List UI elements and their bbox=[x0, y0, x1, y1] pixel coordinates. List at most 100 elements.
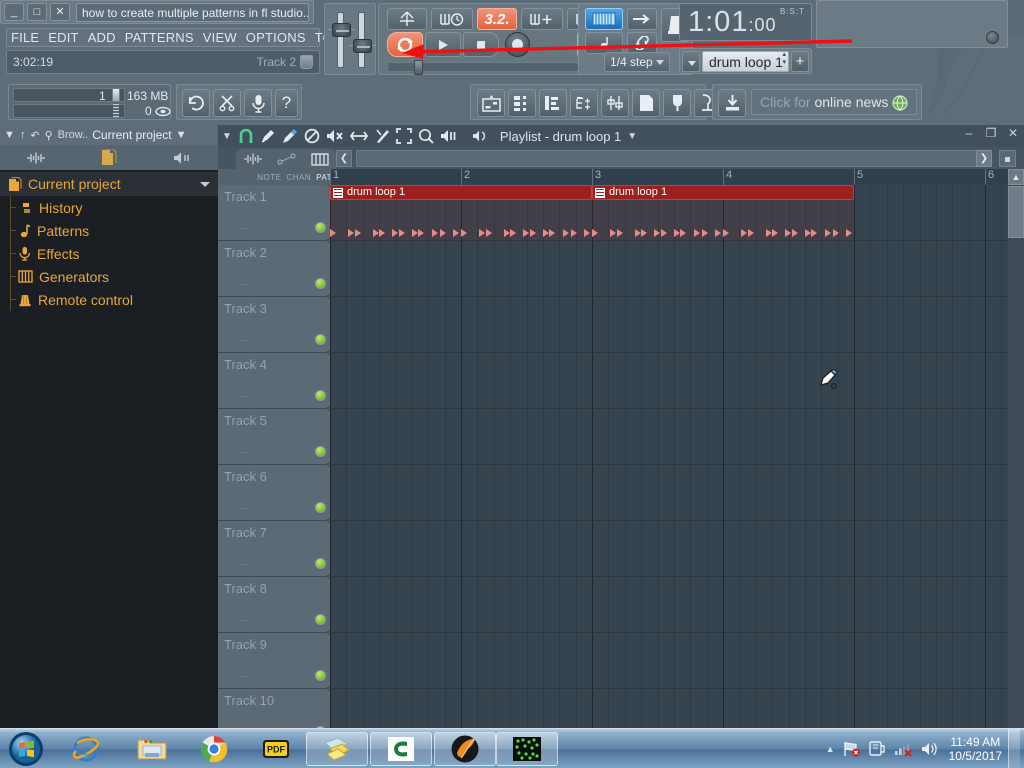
track-enable-led[interactable] bbox=[315, 502, 326, 513]
show-desktop-button[interactable] bbox=[1008, 729, 1020, 768]
undo-icon[interactable] bbox=[182, 89, 210, 117]
menu-item-patterns[interactable]: PATTERNS bbox=[125, 30, 194, 45]
play-button[interactable] bbox=[425, 32, 461, 57]
link-icon[interactable] bbox=[627, 32, 657, 54]
track-header[interactable]: Track 9... bbox=[218, 633, 332, 689]
taskbar-camtasia[interactable] bbox=[370, 732, 432, 766]
loop-record-toggle[interactable] bbox=[387, 32, 423, 57]
taskbar-sticky-notes[interactable] bbox=[306, 732, 368, 766]
pattern-dropdown-button[interactable] bbox=[682, 50, 700, 72]
menu-item-edit[interactable]: EDIT bbox=[48, 30, 78, 45]
pattern-clip[interactable]: drum loop 1 bbox=[592, 185, 854, 200]
tree-item-patterns[interactable]: Patterns bbox=[0, 219, 218, 242]
playback-tool-icon[interactable] bbox=[440, 128, 458, 144]
piano-roll-window-icon[interactable] bbox=[539, 89, 567, 117]
online-news-button[interactable]: Click for online news bbox=[751, 89, 917, 115]
master-pitch-slider[interactable] bbox=[349, 12, 376, 68]
mute-speaker-icon[interactable] bbox=[326, 128, 344, 144]
playlist-title-caret-icon[interactable]: ▼ bbox=[627, 131, 637, 142]
scope-knob-icon[interactable] bbox=[986, 31, 999, 44]
browser-back-icon[interactable]: ↶ bbox=[30, 129, 39, 142]
taskbar-google-chrome[interactable] bbox=[192, 732, 236, 766]
track-enable-led[interactable] bbox=[315, 390, 326, 401]
scissors-icon[interactable] bbox=[213, 89, 241, 117]
browser-up-icon[interactable]: ↑ bbox=[20, 129, 26, 141]
browser-waveform-icon[interactable] bbox=[0, 152, 73, 164]
download-icon[interactable] bbox=[718, 89, 746, 117]
track-enable-led[interactable] bbox=[315, 614, 326, 625]
track-header[interactable]: Track 6... bbox=[218, 465, 332, 521]
song-position-handle[interactable] bbox=[414, 60, 423, 75]
track-enable-led[interactable] bbox=[315, 278, 326, 289]
taskbar-matrix-app[interactable] bbox=[496, 732, 558, 766]
playlist-scroll-up-button[interactable]: ▲ bbox=[1008, 169, 1024, 185]
browser-project-caret-icon[interactable]: ▼ bbox=[176, 129, 187, 141]
close-button[interactable]: ✕ bbox=[50, 3, 70, 21]
record-button[interactable] bbox=[505, 32, 530, 57]
automation-curve-icon[interactable] bbox=[277, 153, 297, 165]
add-pattern-icon[interactable] bbox=[521, 8, 563, 30]
taskbar-fl-studio[interactable] bbox=[434, 732, 496, 766]
tree-item-remote-control[interactable]: Remote control bbox=[0, 288, 218, 311]
tray-device-icon[interactable] bbox=[868, 741, 886, 757]
network-icon[interactable] bbox=[894, 741, 913, 757]
slice-tool-icon[interactable] bbox=[374, 128, 390, 144]
playlist-maximize-button[interactable]: ❐ bbox=[984, 127, 998, 141]
playlist-scroll-right-button[interactable]: ❯ bbox=[976, 150, 992, 167]
playlist-minimize-button[interactable]: – bbox=[962, 127, 976, 141]
playlist-scroll-left-button[interactable]: ❮ bbox=[336, 150, 352, 167]
taskbar-internet-explorer[interactable]: e bbox=[64, 732, 108, 766]
track-header[interactable]: Track 4... bbox=[218, 353, 332, 409]
column-header-note[interactable]: NOTE bbox=[257, 173, 281, 182]
slip-tool-icon[interactable] bbox=[349, 128, 368, 144]
playlist-view-tab[interactable] bbox=[236, 149, 336, 169]
browser-current-project[interactable]: Current project bbox=[92, 128, 171, 142]
tree-item-history[interactable]: History bbox=[0, 196, 218, 219]
playlist-window-icon[interactable] bbox=[477, 89, 505, 117]
snap-dropdown[interactable]: 1/4 step bbox=[604, 52, 670, 72]
browser-project-file-icon[interactable] bbox=[73, 149, 146, 166]
pattern-clip[interactable]: drum loop 1 bbox=[330, 185, 592, 200]
microphone-icon[interactable] bbox=[244, 89, 272, 117]
browser-window-icon[interactable] bbox=[570, 89, 598, 117]
playlist-menu-caret-icon[interactable]: ▼ bbox=[222, 131, 232, 142]
step-position-display[interactable]: 3.2. bbox=[477, 8, 517, 30]
track-enable-led[interactable] bbox=[315, 670, 326, 681]
piano-roll-tab-icon[interactable] bbox=[311, 152, 329, 166]
start-button[interactable] bbox=[2, 730, 50, 768]
menu-item-file[interactable]: FILE bbox=[11, 30, 39, 45]
track-enable-led[interactable] bbox=[315, 222, 326, 233]
column-header-chan[interactable]: CHAN bbox=[286, 173, 311, 182]
stop-button[interactable] bbox=[463, 32, 499, 57]
tree-root-current-project[interactable]: Current project bbox=[0, 172, 218, 196]
menu-item-view[interactable]: VIEW bbox=[203, 30, 237, 45]
pattern-name-field[interactable]: drum loop 1 bbox=[702, 50, 789, 72]
menu-item-add[interactable]: ADD bbox=[88, 30, 116, 45]
tree-root-caret-icon[interactable] bbox=[200, 182, 210, 187]
taskbar-windows-explorer[interactable] bbox=[130, 732, 174, 766]
tree-item-effects[interactable]: Effects bbox=[0, 242, 218, 265]
playlist-horizontal-scrollbar[interactable] bbox=[356, 150, 988, 167]
track-enable-led[interactable] bbox=[315, 446, 326, 457]
draw-tool-icon[interactable] bbox=[260, 128, 276, 144]
mute-tool-icon[interactable] bbox=[304, 128, 320, 144]
playlist-grid[interactable]: drum loop 1 drum loop 1 bbox=[330, 185, 1008, 740]
mixer-window-icon[interactable] bbox=[601, 89, 629, 117]
taskbar-pdf-reader[interactable]: PDF bbox=[254, 732, 298, 766]
plugin-picker-icon[interactable] bbox=[663, 89, 691, 117]
browser-menu-caret-icon[interactable]: ▼ bbox=[4, 129, 15, 141]
pattern-mode-icon[interactable] bbox=[431, 8, 473, 30]
typing-keyboard-icon[interactable] bbox=[387, 8, 427, 30]
add-pattern-button[interactable]: + bbox=[791, 50, 809, 72]
master-volume-slider[interactable] bbox=[328, 12, 355, 68]
track-header[interactable]: Track 5... bbox=[218, 409, 332, 465]
playlist-ruler[interactable]: 1 2 3 4 5 6 bbox=[330, 169, 1008, 185]
track-enable-led[interactable] bbox=[315, 558, 326, 569]
step-sequencer-icon[interactable] bbox=[585, 8, 623, 30]
help-icon[interactable]: ? bbox=[275, 89, 298, 117]
track-header[interactable]: Track 7... bbox=[218, 521, 332, 577]
piano-roll-icon[interactable] bbox=[585, 32, 623, 54]
tray-expand-icon[interactable]: ▲ bbox=[826, 744, 835, 754]
hint-knob-icon[interactable] bbox=[300, 55, 313, 69]
playlist-options-button[interactable] bbox=[999, 150, 1016, 167]
